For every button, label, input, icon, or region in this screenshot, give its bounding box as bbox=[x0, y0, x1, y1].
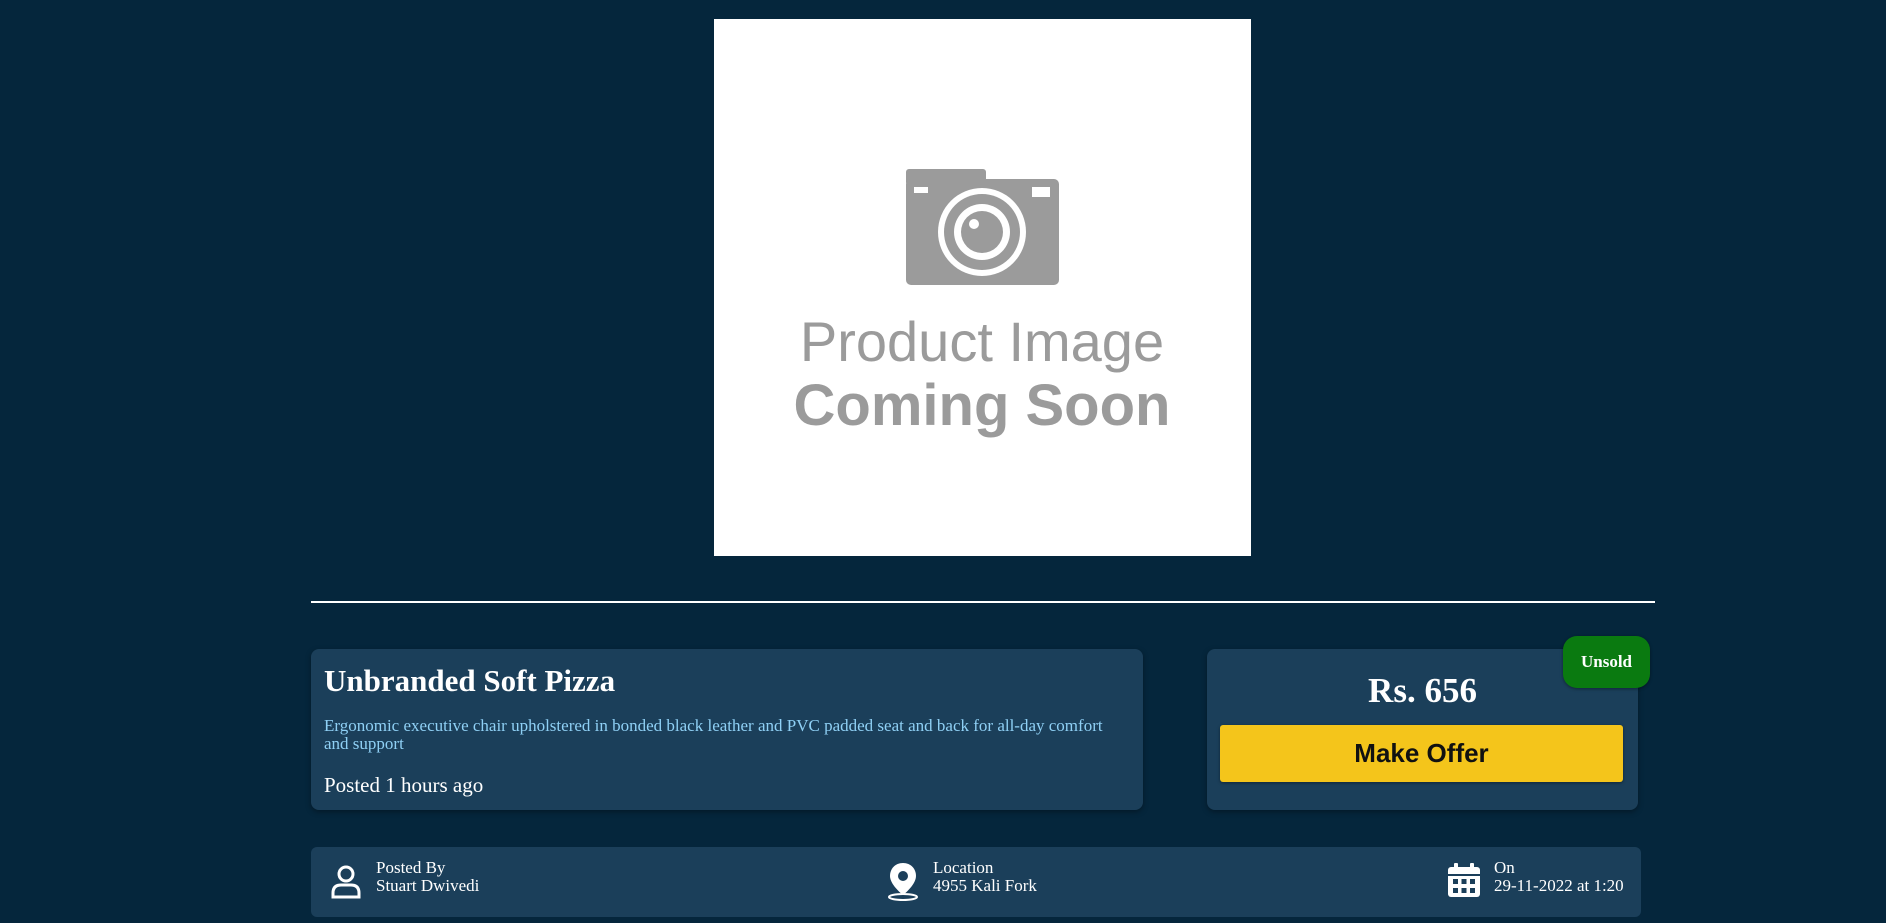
meta-posted-by: Posted By Stuart Dwivedi bbox=[326, 859, 479, 901]
product-info-card: Unbranded Soft Pizza Ergonomic executive… bbox=[311, 649, 1143, 810]
meta-date: On 29-11-2022 at 1:20 bbox=[1444, 859, 1624, 901]
user-icon bbox=[331, 865, 361, 899]
location-label: Location bbox=[933, 858, 994, 877]
camera-icon bbox=[906, 169, 1059, 285]
posted-time: Posted 1 hours ago bbox=[324, 773, 484, 797]
make-offer-button[interactable]: Make Offer bbox=[1220, 725, 1623, 782]
posted-by-value: Stuart Dwivedi bbox=[376, 876, 480, 895]
location-pin-icon bbox=[888, 863, 918, 901]
placeholder-text-line2: Coming Soon bbox=[794, 373, 1171, 438]
calendar-icon bbox=[1448, 863, 1480, 897]
product-image: Product Image Coming Soon bbox=[714, 19, 1251, 556]
date-label: On bbox=[1494, 858, 1515, 877]
product-image-placeholder: Product Image Coming Soon bbox=[714, 19, 1251, 556]
product-description: Ergonomic executive chair upholstered in… bbox=[324, 716, 1103, 753]
posted-by-label: Posted By bbox=[376, 858, 446, 877]
status-badge: Unsold bbox=[1563, 636, 1650, 688]
date-value: 29-11-2022 at 1:20 bbox=[1494, 876, 1624, 895]
product-title: Unbranded Soft Pizza bbox=[324, 663, 616, 698]
section-divider bbox=[311, 601, 1655, 603]
placeholder-text-line1: Product Image bbox=[800, 310, 1164, 373]
meta-location: Location 4955 Kali Fork bbox=[883, 859, 1037, 901]
location-value: 4955 Kali Fork bbox=[933, 876, 1037, 895]
meta-bar: Posted By Stuart Dwivedi Location 4955 K… bbox=[311, 847, 1641, 917]
